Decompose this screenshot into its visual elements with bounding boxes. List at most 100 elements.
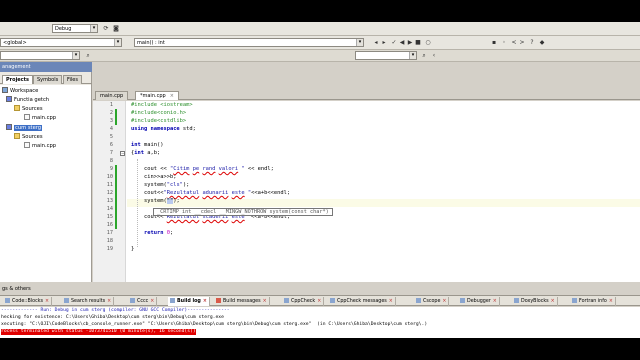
chevron-down-icon: ▾ (72, 52, 79, 59)
tree-item-project[interactable]: Functia getch (6, 96, 49, 104)
prev-bookmark-icon[interactable]: ◀ (398, 39, 406, 47)
tree-item-label: main.cpp (32, 115, 57, 121)
comment-icon[interactable]: ○ (424, 39, 432, 47)
close-icon[interactable]: × (107, 299, 111, 304)
tab-main-cpp-modified[interactable]: *main.cpp × (135, 91, 179, 100)
line-number: 18 (106, 238, 113, 244)
tab-label: CppCheck messages (337, 299, 387, 304)
project-icon (6, 124, 12, 130)
calltip-tooltip: _CRTIMP int __cdecl __MINGW_NOTHROW syst… (153, 208, 333, 216)
close-icon[interactable]: × (263, 299, 267, 304)
close-icon[interactable]: × (442, 299, 446, 304)
regex-icon[interactable]: ◦ (500, 39, 508, 47)
close-icon[interactable]: × (150, 299, 154, 304)
chevron-down-icon: ▾ (114, 39, 121, 46)
code-line-19: } (131, 246, 135, 252)
jump-back-icon[interactable]: ◂ (372, 39, 380, 47)
tree-item-label: main.cpp (32, 143, 57, 149)
tree-item-label: Workspace (10, 88, 39, 94)
find-icon[interactable]: ⌕ (420, 52, 428, 60)
tree-item-folder[interactable]: Sources (14, 105, 43, 113)
abort-icon[interactable]: ◙ (112, 25, 120, 33)
close-icon[interactable]: × (317, 299, 321, 304)
tree-item-label: Sources (22, 106, 43, 112)
tree-item-file[interactable]: main.cpp (24, 142, 56, 150)
prev-icon[interactable]: < (510, 39, 518, 47)
close-icon[interactable]: × (389, 299, 393, 304)
tab-build-messages[interactable]: Build messages × (214, 297, 270, 306)
log-icon (130, 298, 135, 303)
build-log-output: ------------- Run: Debug in cum sterg (c… (0, 307, 640, 338)
bookmark-icon[interactable]: ✓ (390, 39, 398, 47)
tab-cccc[interactable]: Cccc × (128, 297, 158, 306)
tab-cscope[interactable]: Cscope × (414, 297, 450, 306)
next-icon[interactable]: > (518, 39, 526, 47)
file-icon (24, 142, 30, 148)
log-line: ------------- Run: Debug in cum sterg (c… (1, 308, 230, 313)
change-marker (115, 109, 117, 117)
tree-item-folder[interactable]: Sources (14, 133, 43, 141)
highlight-icon[interactable]: ◆ (538, 39, 546, 47)
management-title: anagement (0, 62, 92, 72)
search-icon[interactable]: ⌕ (84, 52, 92, 60)
tree-item-label: Sources (22, 134, 43, 140)
tab-files[interactable]: Files (63, 75, 82, 84)
jump-forward-icon[interactable]: ▸ (380, 39, 388, 47)
code-line-6: int main() (131, 142, 164, 148)
search-toolbar: ▾ ⌕ ▾ ⌕ ‹ (0, 50, 640, 62)
scope-select[interactable]: <global> ▾ (0, 38, 122, 47)
rebuild-icon[interactable]: ⟳ (102, 25, 110, 33)
tree-item-project-selected[interactable]: cum sterg (6, 124, 43, 132)
log-icon (5, 298, 10, 303)
tab-fortran-info[interactable]: Fortran info × (570, 297, 616, 306)
tab-debugger[interactable]: Debugger × (458, 297, 500, 306)
line-number: 13 (106, 198, 113, 204)
change-marker (115, 173, 117, 181)
tab-main-cpp[interactable]: main.cpp (95, 91, 129, 100)
close-icon[interactable]: × (609, 299, 613, 304)
close-icon[interactable]: × (493, 299, 497, 304)
tab-code-blocks[interactable]: Code::Blocks × (3, 297, 53, 306)
close-icon[interactable]: × (551, 299, 555, 304)
match-case-icon[interactable]: ▪ (490, 39, 498, 47)
search-input-left[interactable]: ▾ (0, 51, 80, 60)
tab-doxyblocks[interactable]: DoxyBlocks × (512, 297, 558, 306)
tab-cppcheck[interactable]: CppCheck × (282, 297, 325, 306)
tab-build-log[interactable]: Build log × (168, 297, 210, 306)
tab-label: DoxyBlocks (521, 299, 549, 304)
tab-label: Cccc (137, 299, 149, 304)
search-input-right[interactable]: ▾ (355, 51, 417, 60)
change-marker (115, 197, 117, 205)
fold-toggle-icon[interactable]: − (120, 151, 125, 156)
code-line-9: cout << "Citim pe rand valori " << endl; (131, 166, 274, 172)
code-line-11: system("cls"); (131, 182, 190, 188)
tab-symbols[interactable]: Symbols (33, 75, 63, 84)
next-bookmark-icon[interactable]: ▶ (406, 39, 414, 47)
tree-item-workspace[interactable]: Workspace (2, 87, 38, 95)
tab-projects[interactable]: Projects (2, 75, 34, 84)
find-prev-icon[interactable]: ‹ (430, 52, 438, 60)
log-line-error: rocess terminated with status -107374151… (1, 329, 196, 335)
line-number: 1 (109, 102, 113, 108)
line-number: 3 (109, 118, 113, 124)
function-select[interactable]: main() : int ▾ (134, 38, 364, 47)
tab-cppcheck-messages[interactable]: CppCheck messages × (328, 297, 396, 306)
project-icon (6, 96, 12, 102)
line-number: 12 (106, 190, 113, 196)
tree-item-file[interactable]: main.cpp (24, 114, 56, 122)
tab-label: Cscope (423, 299, 441, 304)
code-editor[interactable]: 1 2 3 4 5 6 7 8 9 10 11 12 13 14 15 16 1… (93, 101, 640, 282)
line-number: 14 (106, 206, 113, 212)
build-target-select[interactable]: Debug ▾ (52, 24, 98, 33)
search-icon (64, 298, 69, 303)
current-line-highlight (127, 199, 640, 207)
close-icon[interactable]: × (45, 299, 49, 304)
folder-icon (14, 133, 20, 139)
code-line-10: cin>>a>>b; (131, 174, 177, 180)
options-icon[interactable]: ? (528, 39, 536, 47)
tab-search-results[interactable]: Search results × (62, 297, 115, 306)
close-icon[interactable]: × (170, 93, 174, 99)
close-icon[interactable]: × (203, 299, 207, 304)
toggle-bookmark-icon[interactable]: ■ (414, 39, 422, 47)
chevron-down-icon: ▾ (90, 25, 97, 32)
